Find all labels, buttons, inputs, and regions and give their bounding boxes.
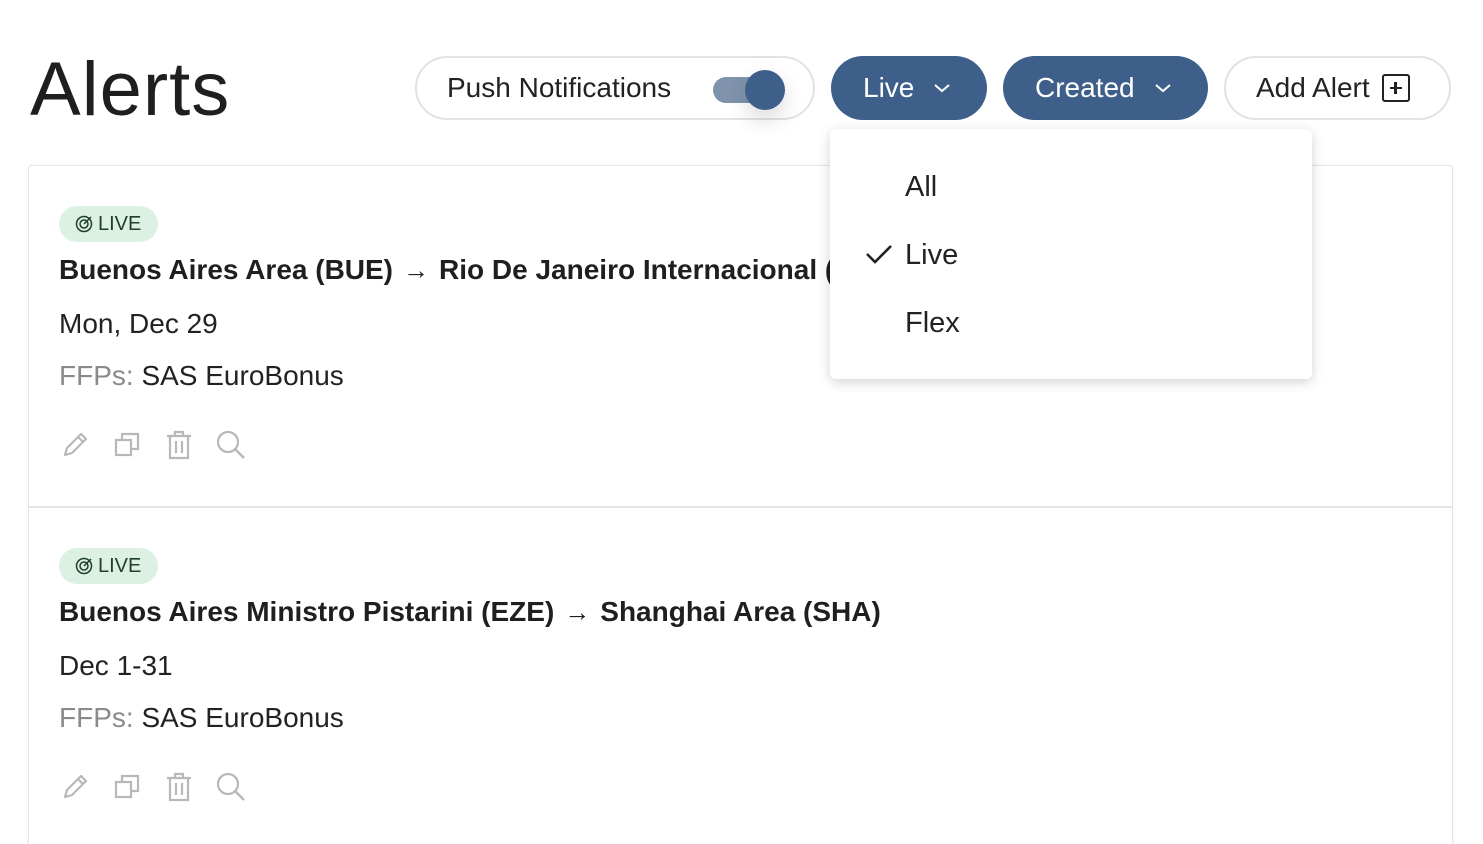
push-notifications-switch[interactable] <box>713 70 787 110</box>
push-notifications-toggle-button[interactable]: Push Notifications <box>415 56 815 120</box>
travel-date: Mon, Dec 29 <box>59 308 218 339</box>
add-box-icon <box>1381 74 1410 102</box>
origin-label: Buenos Aires Area (BUE) <box>59 254 394 285</box>
sort-dropdown[interactable]: Created <box>1003 56 1208 120</box>
ffp-label: FFPs: <box>59 702 134 733</box>
alert-actions <box>59 428 247 462</box>
status-badge-label: LIVE <box>98 212 142 235</box>
status-badge: LIVE <box>59 206 158 242</box>
status-badge: LIVE <box>59 548 158 584</box>
menu-item-label: Flex <box>905 306 960 339</box>
chevron-down-icon <box>1154 84 1171 93</box>
menu-item-label: All <box>905 170 938 203</box>
check-icon <box>866 245 892 264</box>
duplicate-icon[interactable] <box>111 770 143 804</box>
alert-card: LIVE Buenos Aires Ministro Pistarini (EZ… <box>29 508 1452 844</box>
ffp-value: SAS EuroBonus <box>141 702 344 733</box>
status-filter-menu: All Live Flex <box>830 129 1312 379</box>
delete-icon[interactable] <box>163 428 195 462</box>
add-alert-button[interactable]: Add Alert <box>1224 56 1451 120</box>
sort-label: Created <box>1035 72 1135 103</box>
menu-item-label: Live <box>905 238 959 271</box>
page-title: Alerts <box>30 47 231 132</box>
destination-label: Shanghai Area (SHA) <box>600 596 881 627</box>
switch-knob <box>745 70 785 110</box>
route-title[interactable]: Buenos Aires Area (BUE) → Rio De Janeiro… <box>59 254 895 286</box>
ffp-line: FFPs: SAS EuroBonus <box>59 360 344 392</box>
push-notifications-label: Push Notifications <box>447 72 672 103</box>
status-badge-label: LIVE <box>98 554 142 577</box>
origin-label: Buenos Aires Ministro Pistarini (EZE) <box>59 596 555 627</box>
menu-item-live[interactable]: Live <box>830 225 1312 285</box>
destination-label: Rio De Janeiro Internacional (GIG) <box>439 254 895 285</box>
ffp-value: SAS EuroBonus <box>141 360 344 391</box>
ffp-label: FFPs: <box>59 360 134 391</box>
arrow-right-icon: → <box>564 596 591 627</box>
edit-icon[interactable] <box>59 770 91 804</box>
chevron-down-icon <box>934 84 951 93</box>
route-title[interactable]: Buenos Aires Ministro Pistarini (EZE) → … <box>59 596 881 628</box>
edit-icon[interactable] <box>59 428 91 462</box>
search-icon[interactable] <box>215 428 247 462</box>
status-filter-dropdown[interactable]: Live <box>831 56 987 120</box>
search-icon[interactable] <box>215 770 247 804</box>
menu-item-all[interactable]: All <box>830 157 1312 217</box>
travel-date: Dec 1-31 <box>59 650 173 681</box>
alert-actions <box>59 770 247 804</box>
delete-icon[interactable] <box>163 770 195 804</box>
add-alert-label: Add Alert <box>1256 72 1370 103</box>
ffp-line: FFPs: SAS EuroBonus <box>59 702 344 734</box>
duplicate-icon[interactable] <box>111 428 143 462</box>
arrow-right-icon: → <box>403 254 430 285</box>
menu-item-flex[interactable]: Flex <box>830 293 1312 353</box>
status-filter-label: Live <box>863 72 915 103</box>
target-icon <box>75 557 93 575</box>
target-icon <box>75 215 93 233</box>
